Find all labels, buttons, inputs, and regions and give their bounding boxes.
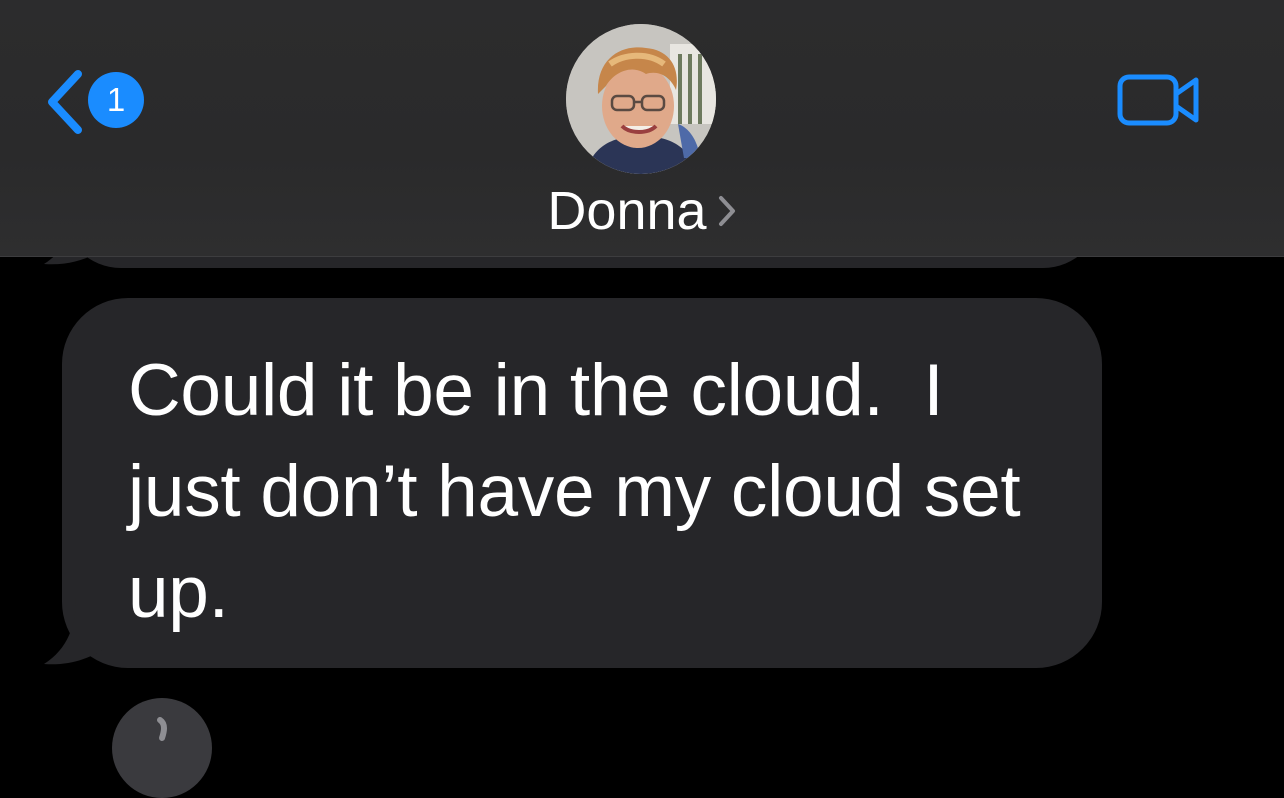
contact-photo [566, 24, 716, 174]
back-button[interactable]: 1 [44, 68, 154, 138]
bubble-tail [44, 598, 108, 665]
thumbs-up-icon [157, 717, 167, 741]
contact-avatar[interactable] [566, 24, 716, 174]
video-camera-icon [1117, 74, 1199, 126]
contact-name: Donna [547, 181, 707, 241]
sender-avatar [112, 698, 212, 798]
message-text: Could it be in the cloud. I just don’t h… [128, 350, 1041, 633]
contact-name-button[interactable]: Donna [440, 178, 844, 244]
unread-count-badge: 1 [88, 72, 144, 128]
chevron-left-icon [48, 70, 82, 134]
received-message-bubble[interactable]: Could it be in the cloud. I just don’t h… [62, 298, 1102, 668]
facetime-video-button[interactable] [1116, 70, 1206, 130]
conversation-header: 1 Donna [0, 0, 1284, 257]
chevron-right-icon [718, 196, 735, 226]
